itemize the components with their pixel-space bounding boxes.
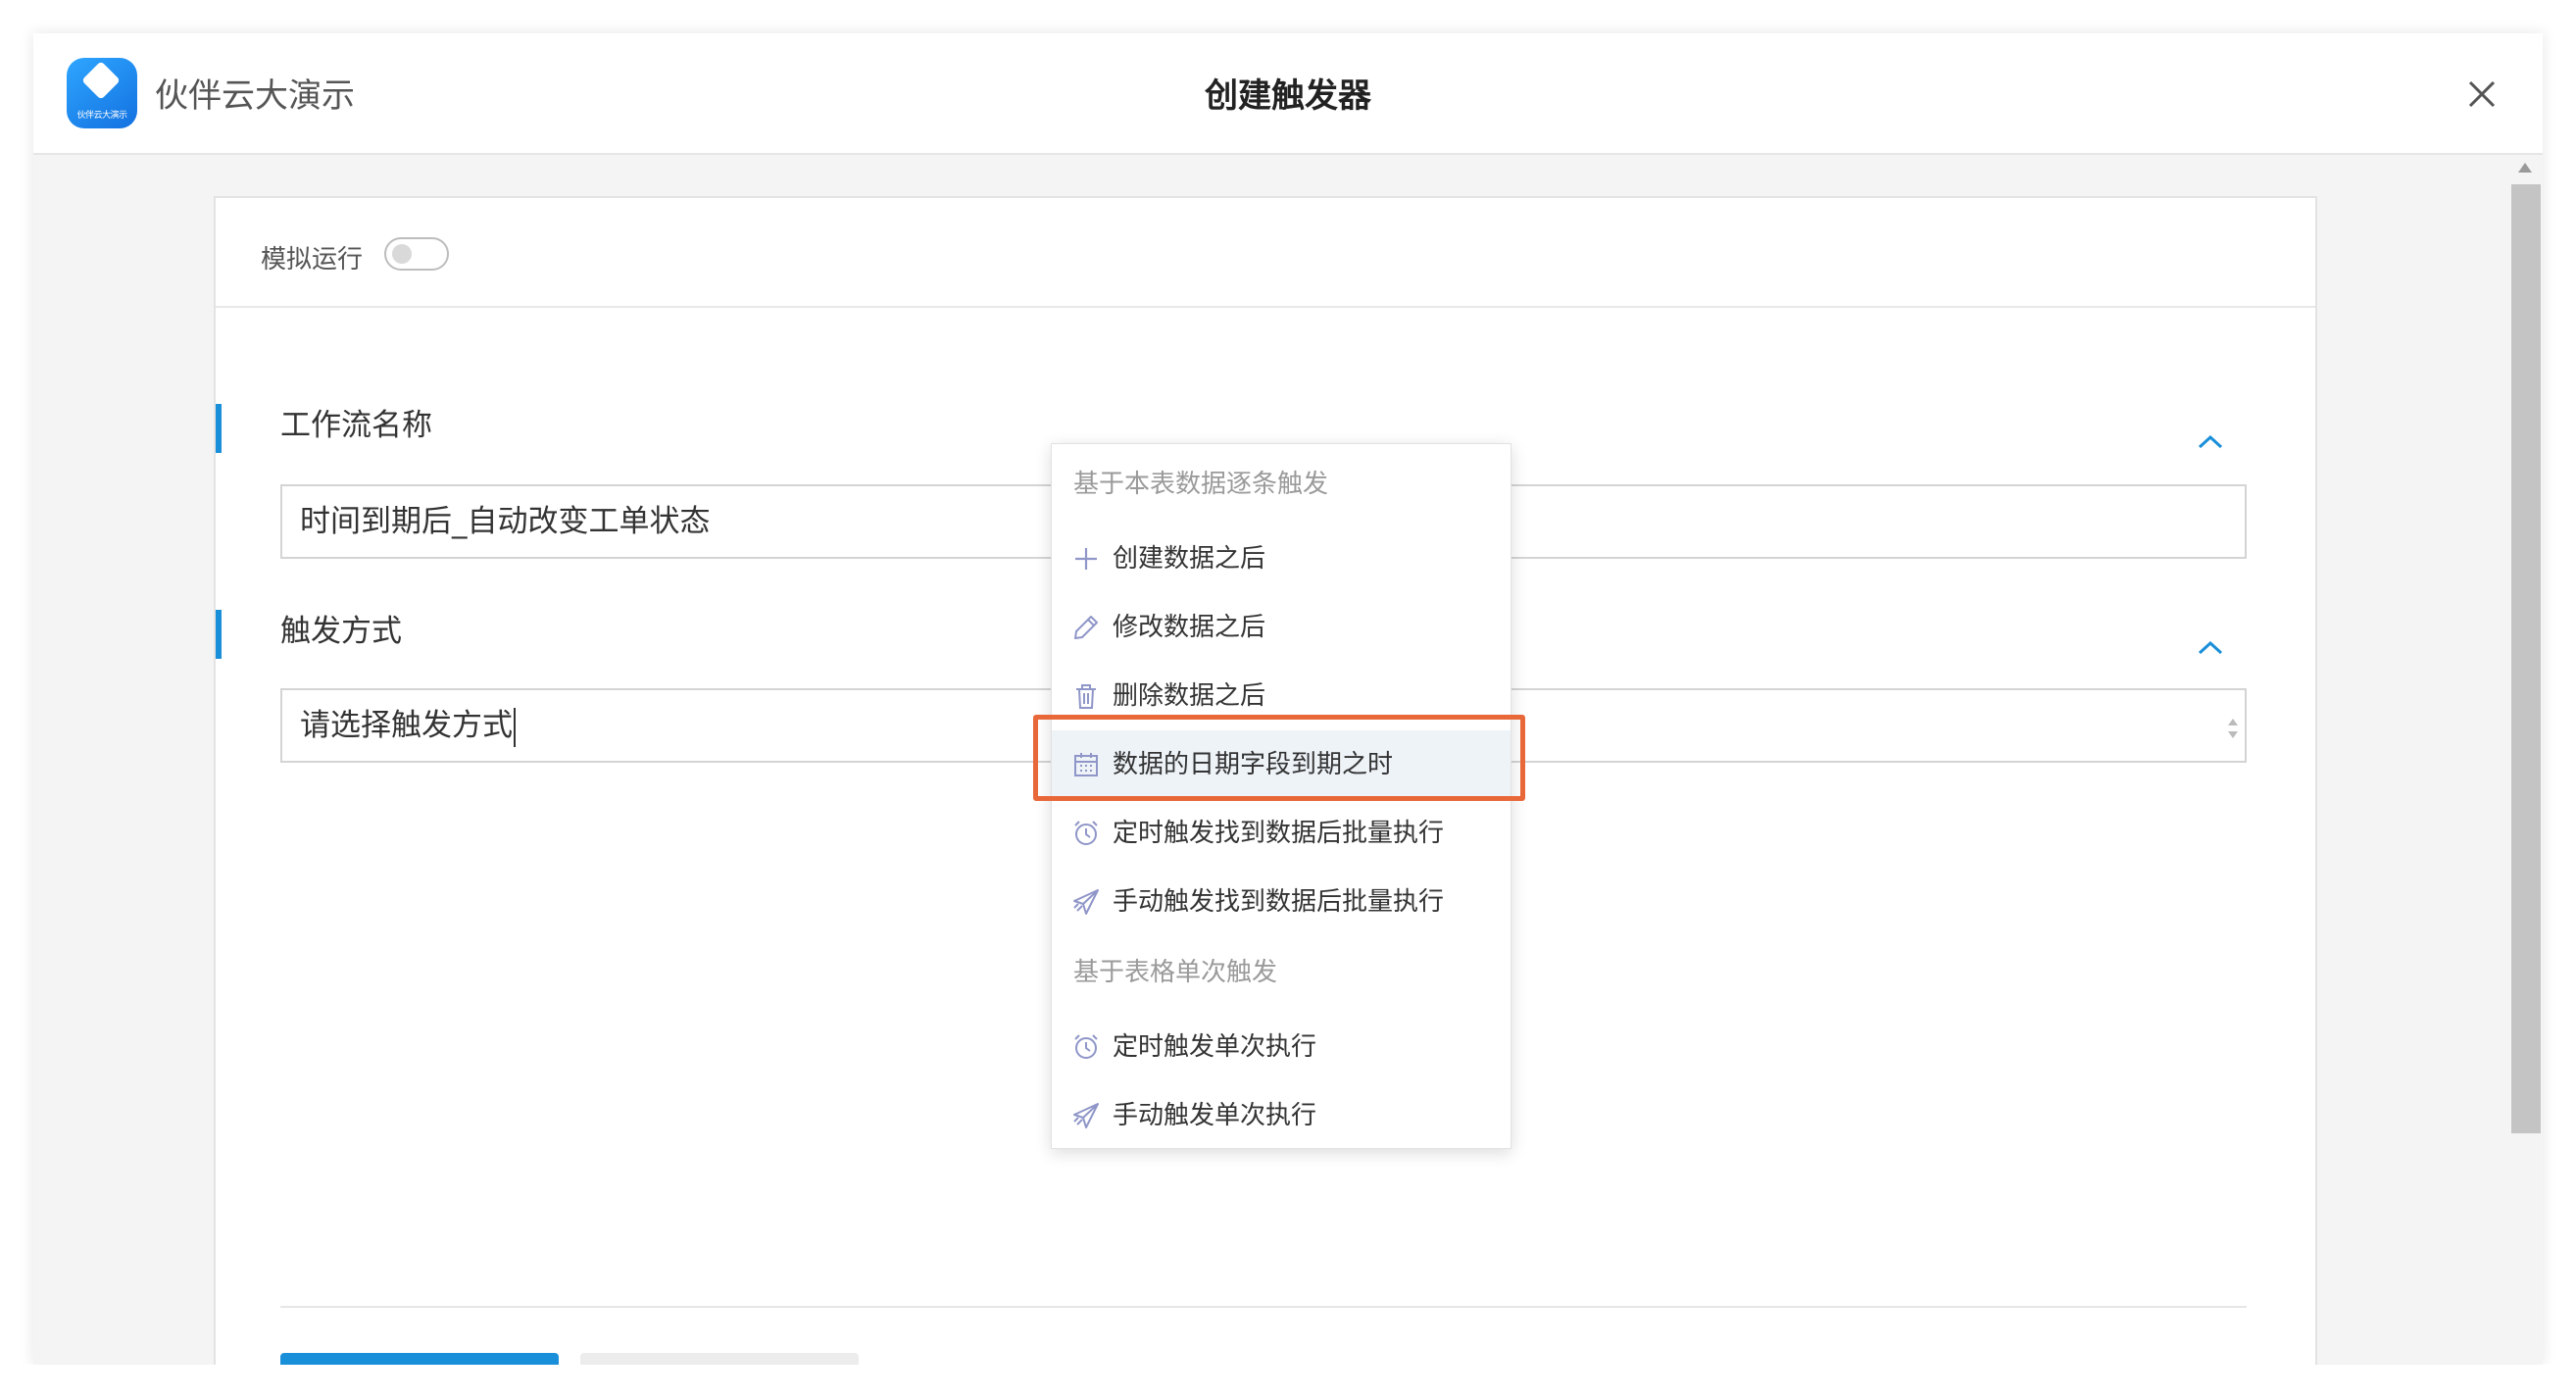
section-accent-bar	[216, 610, 222, 659]
page-bottom-strip	[0, 1365, 2576, 1400]
menu-item-label: 修改数据之后	[1113, 613, 1266, 642]
menu-item-label: 定时触发单次执行	[1113, 1032, 1317, 1062]
paper-plane-icon	[1073, 889, 1099, 915]
menu-item-label: 手动触发单次执行	[1113, 1101, 1317, 1130]
workflow-name-value: 时间到期后_自动改变工单状态	[300, 504, 711, 539]
menu-item-manual-batch[interactable]: 手动触发找到数据后批量执行	[1052, 868, 1511, 936]
scrollbar[interactable]	[2507, 155, 2543, 1365]
toggle-knob	[392, 244, 412, 264]
menu-item-after-modify[interactable]: 修改数据之后	[1052, 593, 1511, 662]
menu-item-manual-once[interactable]: 手动触发单次执行	[1052, 1081, 1511, 1150]
text-caret	[514, 707, 516, 747]
trash-icon	[1076, 684, 1096, 709]
footer-divider	[280, 1306, 2247, 1308]
simulate-run-toggle[interactable]	[384, 237, 449, 271]
alarm-clock-icon	[1074, 1034, 1098, 1059]
menu-item-label: 定时触发找到数据后批量执行	[1113, 819, 1445, 848]
menu-item-label: 手动触发找到数据后批量执行	[1113, 887, 1445, 917]
chevron-up-icon[interactable]	[2194, 637, 2227, 659]
close-icon[interactable]	[2458, 71, 2505, 118]
cancel-button[interactable]: 取消	[580, 1353, 859, 1365]
scroll-up-arrow-icon[interactable]	[2518, 163, 2532, 173]
chevron-up-icon[interactable]	[2194, 431, 2227, 453]
paper-plane-icon	[1073, 1103, 1099, 1128]
pencil-icon	[1074, 616, 1098, 639]
scroll-thumb[interactable]	[2511, 184, 2541, 1133]
save-button[interactable]: 保存	[280, 1353, 559, 1365]
select-arrows-icon	[2228, 719, 2238, 738]
workflow-name-title: 工作流名称	[280, 408, 432, 443]
alarm-clock-icon	[1074, 821, 1098, 845]
menu-item-label: 创建数据之后	[1113, 544, 1266, 574]
trigger-method-placeholder: 请选择触发方式	[300, 708, 513, 743]
simulate-run-label: 模拟运行	[261, 245, 364, 275]
title-bar: 伙伴云大演示 伙伴云大演示 创建触发器	[33, 33, 2543, 155]
menu-item-scheduled-once[interactable]: 定时触发单次执行	[1052, 1013, 1511, 1081]
section-accent-bar	[216, 404, 222, 453]
menu-group-per-record: 基于本表数据逐条触发	[1073, 470, 1329, 499]
dialog-title: 创建触发器	[1205, 76, 1371, 116]
divider	[216, 306, 2315, 308]
menu-group-table-once: 基于表格单次触发	[1073, 958, 1278, 987]
menu-item-after-create[interactable]: 创建数据之后	[1052, 525, 1511, 593]
plus-icon	[1075, 548, 1097, 570]
menu-item-scheduled-batch[interactable]: 定时触发找到数据后批量执行	[1052, 799, 1511, 868]
highlight-annotation-box	[1033, 715, 1525, 801]
trigger-method-title: 触发方式	[280, 614, 402, 649]
